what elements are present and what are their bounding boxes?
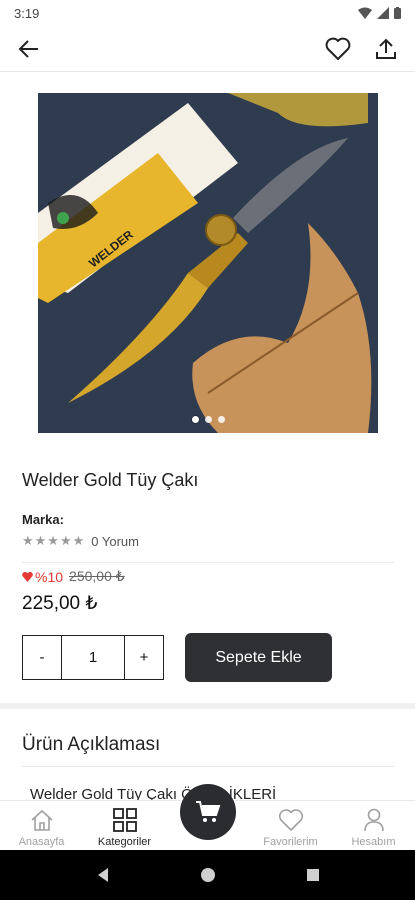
decrease-quantity-button[interactable]: - xyxy=(23,636,61,679)
section-separator xyxy=(0,703,415,709)
system-nav-bar xyxy=(0,850,415,900)
grid-icon xyxy=(112,808,137,832)
arrow-left-icon xyxy=(18,39,38,58)
gallery-dots xyxy=(38,416,378,423)
divider xyxy=(22,766,394,767)
nav-item-account[interactable]: Hesabım xyxy=(332,801,415,850)
user-icon xyxy=(363,808,384,832)
nav-label-categories: Kategoriler xyxy=(97,836,152,848)
quantity-value[interactable]: 1 xyxy=(61,636,125,679)
favorite-button[interactable] xyxy=(323,34,353,64)
brand-label: Marka: xyxy=(22,512,64,527)
increase-quantity-button[interactable]: + xyxy=(125,636,163,679)
status-icons xyxy=(358,7,401,19)
divider xyxy=(22,562,394,563)
app-bar xyxy=(0,26,415,72)
home-circle-icon[interactable] xyxy=(200,867,216,883)
rating-stars: ★★★★★ xyxy=(22,533,86,548)
discount-percent: %10 xyxy=(35,568,64,585)
share-button[interactable] xyxy=(371,34,401,64)
status-time: 3:19 xyxy=(14,5,40,21)
current-price: 225,00 ₺ xyxy=(22,593,98,614)
signal-icon xyxy=(377,7,389,19)
cart-button[interactable] xyxy=(180,784,236,840)
nav-item-favorites[interactable]: Favorilerim xyxy=(249,801,332,850)
wifi-icon xyxy=(358,7,372,19)
add-to-cart-button[interactable]: Sepete Ekle xyxy=(185,633,332,682)
quantity-stepper: - 1 + xyxy=(22,635,164,680)
nav-item-categories[interactable]: Kategoriler xyxy=(83,801,166,850)
nav-label-home: Anasayfa xyxy=(18,836,65,848)
rating-row[interactable]: ★★★★★ 0 Yorum xyxy=(22,533,139,549)
heart-small-icon xyxy=(22,571,33,582)
heart-outline-icon xyxy=(325,37,351,60)
recents-square-icon[interactable] xyxy=(306,868,320,882)
product-image-gallery[interactable]: WELDER xyxy=(38,93,378,433)
share-upload-icon xyxy=(376,38,396,59)
gallery-dot[interactable] xyxy=(217,416,225,423)
discount-row: %10 250,00 ₺ xyxy=(22,568,125,585)
nav-label-favorites: Favorilerim xyxy=(263,836,318,848)
description-heading: Ürün Açıklaması xyxy=(22,734,161,755)
description-text: Welder Gold Tüy Çakı ÖZELLİKLERİ xyxy=(30,786,277,800)
old-price: 250,00 ₺ xyxy=(69,568,125,584)
discount-badge: %10 xyxy=(22,569,63,585)
battery-icon xyxy=(394,7,401,19)
product-title: Welder Gold Tüy Çakı xyxy=(22,470,199,490)
reviews-count: 0 Yorum xyxy=(91,533,139,549)
product-image: WELDER xyxy=(38,93,378,433)
nav-label-account: Hesabım xyxy=(351,836,396,848)
cart-icon xyxy=(196,801,221,822)
heart-icon xyxy=(278,809,303,831)
back-button[interactable] xyxy=(14,34,44,64)
status-bar: 3:19 xyxy=(0,0,415,26)
nav-item-home[interactable]: Anasayfa xyxy=(0,801,83,850)
gallery-dot[interactable] xyxy=(191,416,199,423)
home-icon xyxy=(30,809,53,831)
back-triangle-icon[interactable] xyxy=(95,867,111,883)
gallery-dot[interactable] xyxy=(204,416,212,423)
